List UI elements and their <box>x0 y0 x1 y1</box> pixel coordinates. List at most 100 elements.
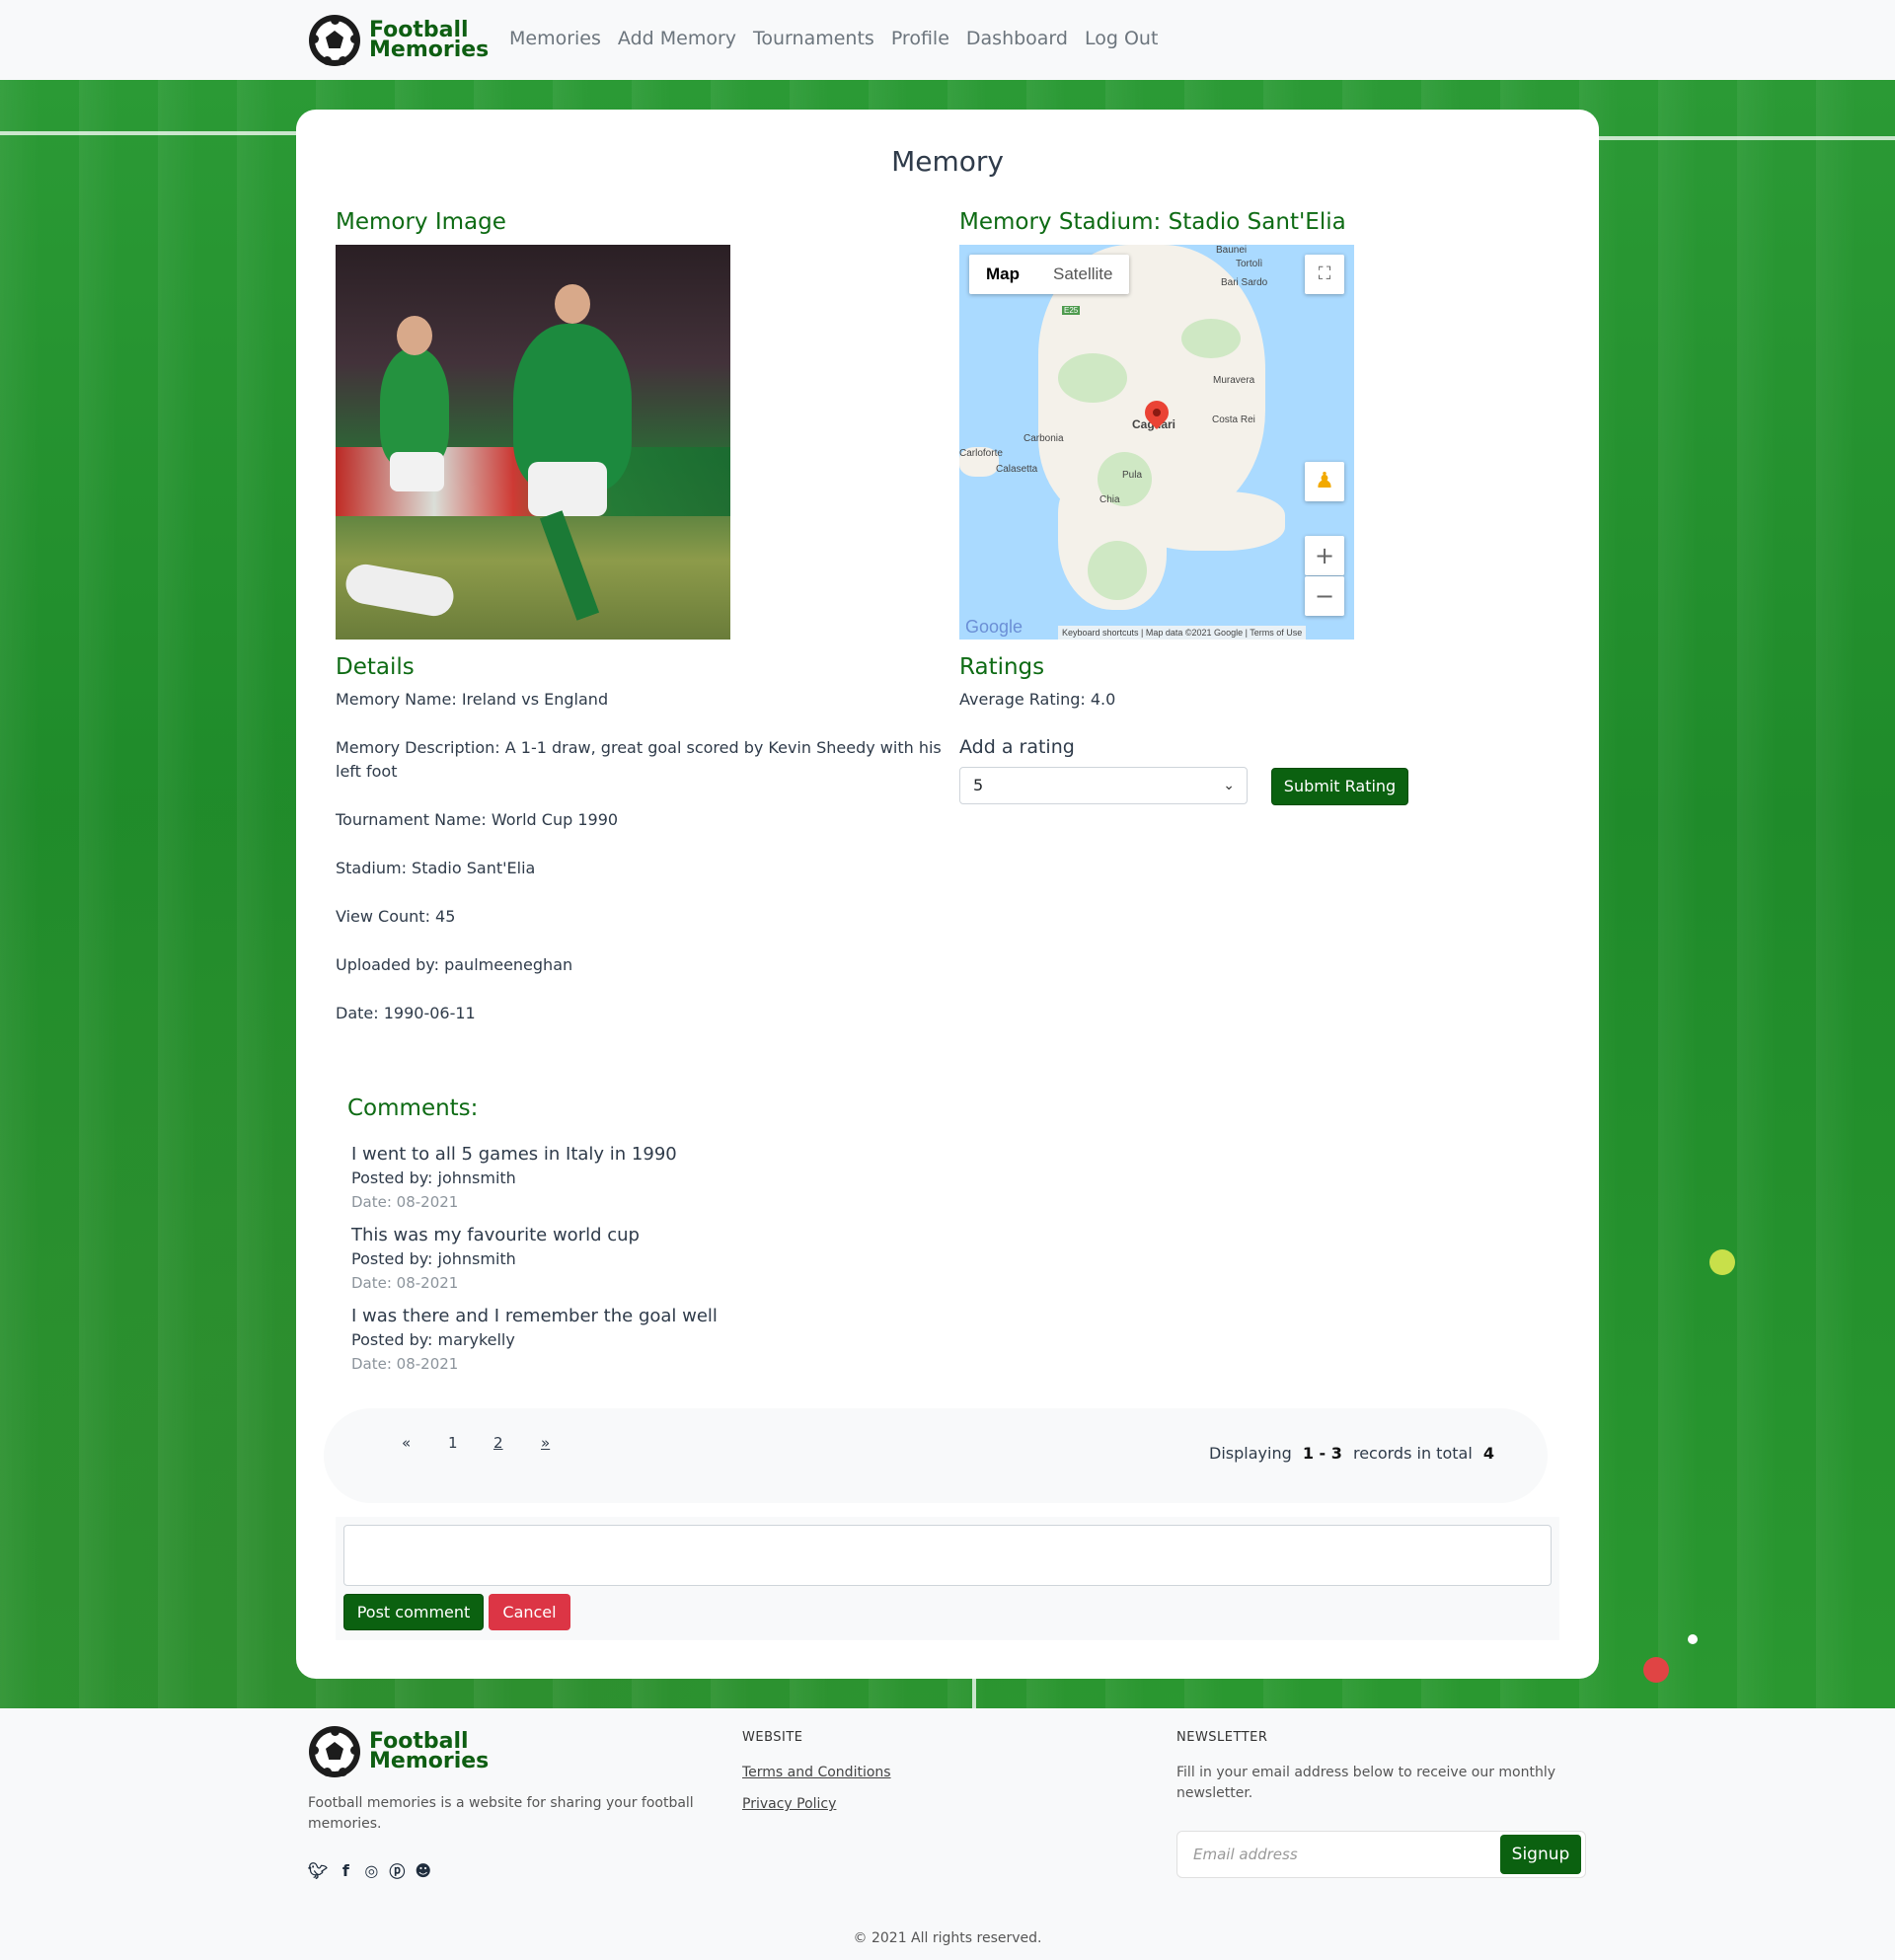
rating-select-value: 5 <box>973 776 984 794</box>
rating-select[interactable]: 5 ⌄ <box>959 767 1248 804</box>
summary-range: 1 - 3 <box>1302 1444 1342 1463</box>
map-label: Tortolì <box>1236 259 1263 269</box>
map-park <box>1088 541 1147 600</box>
comment-date: Date: 08-2021 <box>351 1355 459 1373</box>
map-attribution[interactable]: Keyboard shortcuts | Map data ©2021 Goog… <box>1058 626 1307 640</box>
memory-image-heading: Memory Image <box>336 209 506 235</box>
pitch-line <box>0 131 296 135</box>
facebook-icon[interactable]: f <box>338 1861 353 1880</box>
brand-logo[interactable]: Football Memories <box>309 15 489 66</box>
map-tab-map[interactable]: Map <box>969 255 1036 294</box>
ball-figure <box>1688 1634 1698 1644</box>
brand-line2: Memories <box>369 38 490 62</box>
detail-memory-description: Memory Description: A 1-1 draw, great go… <box>336 738 942 757</box>
nav-add-memory[interactable]: Add Memory <box>618 28 736 49</box>
nav-memories[interactable]: Memories <box>509 28 601 49</box>
summary-mid: records in total <box>1352 1444 1473 1463</box>
pagination-page-1[interactable]: 1 <box>448 1434 458 1452</box>
chevron-down-icon: ⌄ <box>1223 778 1235 793</box>
comment-author: Posted by: johnsmith <box>351 1249 516 1268</box>
zoom-in-button[interactable]: + <box>1305 536 1344 575</box>
page-title: Memory <box>891 145 1004 178</box>
footer-brand-name: Football Memories <box>369 1731 490 1773</box>
footer-description: Football memories is a website for shari… <box>308 1795 694 1832</box>
pagination-prev[interactable]: « <box>402 1434 411 1452</box>
add-rating-label: Add a rating <box>959 736 1075 758</box>
map-label: Muravera <box>1213 375 1255 386</box>
pitch-line <box>1599 136 1895 140</box>
comment-item: This was my favourite world cup Posted b… <box>351 1223 640 1295</box>
pitch-line <box>972 1679 976 1708</box>
instagram-icon[interactable]: ◎ <box>363 1861 379 1880</box>
submit-rating-button[interactable]: Submit Rating <box>1271 768 1408 805</box>
player-head <box>397 316 432 355</box>
newsletter-heading: NEWSLETTER <box>1176 1730 1268 1745</box>
footer-brand-logo[interactable]: Football Memories <box>309 1726 489 1777</box>
brand-name: Football Memories <box>369 20 490 62</box>
nav-tournaments[interactable]: Tournaments <box>753 28 874 49</box>
ratings-heading: Ratings <box>959 654 1045 680</box>
website-heading: WEBSITE <box>742 1730 803 1745</box>
comment-author: Posted by: marykelly <box>351 1330 515 1349</box>
zoom-out-button[interactable]: − <box>1305 576 1344 616</box>
map-label: Chia <box>1099 494 1120 505</box>
map-label: Calasetta <box>996 464 1038 475</box>
google-logo: Google <box>965 617 1023 637</box>
map-type-control: Map Satellite <box>969 255 1130 294</box>
player-shorts <box>390 452 444 491</box>
nav-dashboard[interactable]: Dashboard <box>966 28 1068 49</box>
privacy-link[interactable]: Privacy Policy <box>742 1796 836 1812</box>
stadium-map[interactable]: Map Satellite ⛶ ♟ + − Baunei Tortolì Bar… <box>959 245 1354 640</box>
fullscreen-icon[interactable]: ⛶ <box>1305 255 1344 294</box>
pagination-summary: Displaying 1 - 3 records in total 4 <box>1209 1444 1500 1463</box>
football-icon <box>309 15 360 66</box>
map-label: Carloforte <box>959 448 1003 459</box>
post-comment-button[interactable]: Post comment <box>343 1594 484 1630</box>
detail-memory-description-cont: left foot <box>336 762 398 781</box>
brand-line2: Memories <box>369 1749 490 1773</box>
email-input[interactable]: Email address <box>1193 1846 1298 1863</box>
map-label: Carbonia <box>1023 433 1064 444</box>
twitter-icon[interactable]: 🐦︎ <box>308 1861 328 1880</box>
map-park <box>1058 353 1127 403</box>
map-label: Bari Sardo <box>1221 277 1268 288</box>
terms-link[interactable]: Terms and Conditions <box>742 1765 891 1780</box>
nav-log-out[interactable]: Log Out <box>1085 28 1158 49</box>
map-label: Pula <box>1122 470 1143 481</box>
map-label: Baunei <box>1216 245 1248 256</box>
cancel-button[interactable]: Cancel <box>489 1594 570 1630</box>
comment-item: I went to all 5 games in Italy in 1990 P… <box>351 1142 677 1214</box>
comment-textarea[interactable] <box>343 1525 1552 1586</box>
social-links: 🐦︎ f ◎ ⓟ ☻ <box>308 1858 431 1882</box>
nav-links: Memories Add Memory Tournaments Profile … <box>509 28 1175 49</box>
player-figure <box>1643 1657 1669 1683</box>
pinterest-icon[interactable]: ⓟ <box>389 1858 405 1882</box>
road-badge: E25 <box>1062 306 1081 315</box>
detail-view-count: View Count: 45 <box>336 907 456 926</box>
football-icon <box>309 1726 360 1777</box>
detail-uploaded-by: Uploaded by: paulmeeneghan <box>336 955 573 974</box>
average-rating: Average Rating: 4.0 <box>959 690 1116 709</box>
comment-text: I went to all 5 games in Italy in 1990 <box>351 1144 677 1165</box>
comments-heading: Comments: <box>347 1095 479 1121</box>
pegman-icon[interactable]: ♟ <box>1305 462 1344 501</box>
player-background <box>380 348 449 467</box>
pagination-page-2[interactable]: 2 <box>493 1434 503 1452</box>
player-shorts <box>528 462 607 516</box>
player-figure <box>1709 1249 1735 1275</box>
memory-card: Memory Memory Image Memory Stadium: Stad… <box>296 110 1599 1679</box>
comment-form: Post comment Cancel <box>336 1517 1559 1640</box>
newsletter-description: Fill in your email address below to rece… <box>1176 1765 1556 1801</box>
snapchat-icon[interactable]: ☻ <box>415 1861 431 1880</box>
comment-date: Date: 08-2021 <box>351 1274 459 1292</box>
signup-button[interactable]: Signup <box>1500 1835 1581 1874</box>
footer: Football Memories Football memories is a… <box>0 1708 1895 1960</box>
map-tab-satellite[interactable]: Satellite <box>1036 255 1129 294</box>
detail-memory-name: Memory Name: Ireland vs England <box>336 690 609 709</box>
comment-text: I was there and I remember the goal well <box>351 1306 718 1326</box>
nav-profile[interactable]: Profile <box>891 28 949 49</box>
comment-item: I was there and I remember the goal well… <box>351 1304 718 1376</box>
pagination-next[interactable]: » <box>541 1434 550 1452</box>
comment-text: This was my favourite world cup <box>351 1225 640 1245</box>
memory-stadium-heading: Memory Stadium: Stadio Sant'Elia <box>959 209 1346 235</box>
